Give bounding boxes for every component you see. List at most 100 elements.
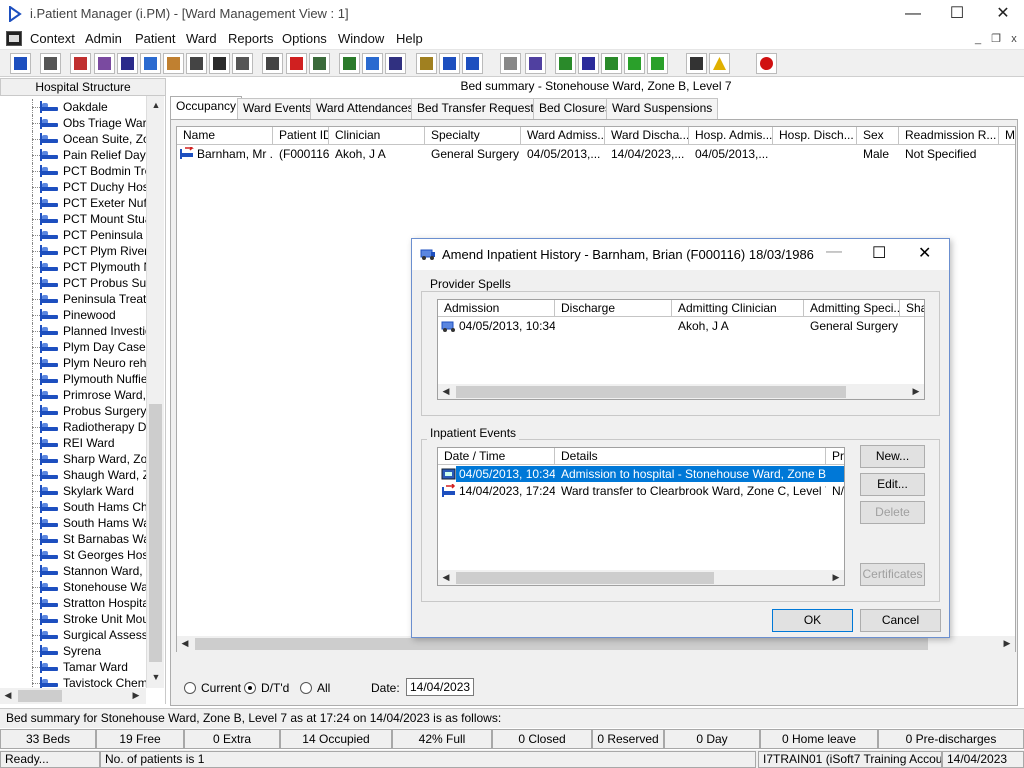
card-icon[interactable]: [339, 53, 360, 74]
tree-item[interactable]: Planned Investiga: [0, 323, 146, 339]
bed-icon[interactable]: [232, 53, 253, 74]
tree-item[interactable]: Pinewood: [0, 307, 146, 323]
table-cell[interactable]: [999, 146, 1015, 162]
radio-dtd[interactable]: [244, 682, 256, 694]
spells-hscroll-thumb[interactable]: [456, 386, 846, 398]
tree-item[interactable]: Surgical Assessm: [0, 627, 146, 643]
ambulance-icon[interactable]: [462, 53, 483, 74]
tree-item[interactable]: Plym Day Case U: [0, 339, 146, 355]
tab-bed-closures[interactable]: Bed Closures: [533, 98, 618, 119]
tree-item[interactable]: St Barnabas War: [0, 531, 146, 547]
tree-item[interactable]: PCT Plymouth Nu: [0, 259, 146, 275]
tree-item[interactable]: Radiotherapy Day: [0, 419, 146, 435]
spell-column-header[interactable]: Admitting Speci...: [804, 300, 900, 317]
screen-icon[interactable]: [117, 53, 138, 74]
event-row-cell[interactable]: N/: [826, 483, 844, 499]
tree-item[interactable]: Stonehouse Ward: [0, 579, 146, 595]
tree-item[interactable]: PCT Probus Surg: [0, 275, 146, 291]
table-cell[interactable]: Akoh, J A: [329, 146, 425, 162]
list-cell[interactable]: General Surgery: [804, 318, 900, 334]
inpatient-events-list[interactable]: Date / Time Details Pr 04/05/2013, 10:34 Adm…: [437, 447, 845, 586]
delete-event-button[interactable]: Delete: [860, 501, 925, 524]
menu-ward[interactable]: Ward: [186, 31, 217, 46]
person-icon[interactable]: [163, 53, 184, 74]
event-column-header[interactable]: Date / Time: [438, 448, 555, 465]
dialog-close-button[interactable]: ✕: [918, 243, 931, 263]
tree-item[interactable]: Pain Relief Day C: [0, 147, 146, 163]
spells-horizontal-scrollbar[interactable]: ◀ ▶: [438, 384, 924, 399]
clock-icon[interactable]: [286, 53, 307, 74]
check-list-icon[interactable]: [578, 53, 599, 74]
tree-vertical-scrollbar[interactable]: ▲ ▼: [146, 96, 164, 688]
tree-item[interactable]: Skylark Ward: [0, 483, 146, 499]
print-icon[interactable]: [40, 53, 61, 74]
scroll-right-arrow-icon[interactable]: ▶: [828, 572, 844, 583]
grid-hscroll-thumb[interactable]: [195, 638, 928, 650]
maximize-button[interactable]: ☐: [934, 0, 980, 28]
mdi-app-icon[interactable]: [6, 31, 22, 46]
event-row-cell[interactable]: 14/04/2023, 17:24: [453, 483, 555, 499]
scroll-left-arrow-icon[interactable]: ◀: [438, 386, 454, 397]
menu-help[interactable]: Help: [396, 31, 423, 46]
globe-icon[interactable]: [555, 53, 576, 74]
column-header[interactable]: Clinician: [329, 127, 425, 145]
table-cell[interactable]: 14/04/2023,...: [605, 146, 689, 162]
tree-item[interactable]: Probus Surgery V: [0, 403, 146, 419]
mdi-restore-button[interactable]: ❐: [988, 32, 1004, 46]
tree-item[interactable]: Tamar Ward: [0, 659, 146, 675]
scroll-right-arrow-icon[interactable]: ▶: [908, 386, 924, 397]
event-row-cell[interactable]: Admission to hospital - Stonehouse Ward,…: [555, 466, 826, 482]
column-header[interactable]: Ward Admiss...: [521, 127, 605, 145]
mdi-minimize-button[interactable]: _: [970, 32, 986, 46]
tree-item[interactable]: Syrena: [0, 643, 146, 659]
list-cell[interactable]: [555, 318, 672, 334]
transfer-icon[interactable]: [209, 53, 230, 74]
tab-ward-events[interactable]: Ward Events: [237, 98, 318, 119]
tree-hscroll-thumb[interactable]: [18, 690, 62, 702]
tree-item[interactable]: Primrose Ward, Z: [0, 387, 146, 403]
edit-notes-icon[interactable]: [94, 53, 115, 74]
table-cell[interactable]: General Surgery: [425, 146, 521, 162]
table-cell[interactable]: Not Specified: [899, 146, 999, 162]
tree-item[interactable]: South Hams Cher: [0, 499, 146, 515]
arrows-icon[interactable]: [624, 53, 645, 74]
tree-item[interactable]: Stannon Ward, Z: [0, 563, 146, 579]
menu-admin[interactable]: Admin: [85, 31, 122, 46]
spell-column-header[interactable]: Admission: [438, 300, 555, 317]
event-row-cell[interactable]: [826, 466, 844, 482]
new-event-button[interactable]: New...: [860, 445, 925, 468]
tree-scroll-thumb[interactable]: [149, 404, 162, 662]
tree-item[interactable]: Peninsula Treatm: [0, 291, 146, 307]
menu-patient[interactable]: Patient: [135, 31, 175, 46]
magnifier-icon[interactable]: [262, 53, 283, 74]
menu-options[interactable]: Options: [282, 31, 327, 46]
scroll-up-arrow-icon[interactable]: ▲: [147, 100, 165, 110]
provider-spells-list[interactable]: Admission Discharge Admitting Clinician Adm…: [437, 299, 925, 400]
tree-item[interactable]: PCT Mount Stuar: [0, 211, 146, 227]
tree-item[interactable]: Shaugh Ward, Zo: [0, 467, 146, 483]
tree-item[interactable]: REI Ward: [0, 435, 146, 451]
column-header[interactable]: M: [999, 127, 1015, 145]
list-cell[interactable]: [900, 318, 924, 334]
tab-ward-attendances[interactable]: Ward Attendances: [310, 98, 420, 119]
arrows2-icon[interactable]: [647, 53, 668, 74]
dialog-maximize-button[interactable]: ☐: [872, 243, 886, 263]
events-hscroll-thumb[interactable]: [456, 572, 714, 584]
close-button[interactable]: ✕: [980, 0, 1024, 28]
table-cell[interactable]: Male: [857, 146, 899, 162]
tree-item[interactable]: PCT Peninsula Tr: [0, 227, 146, 243]
tree-item[interactable]: Sharp Ward, Zon: [0, 451, 146, 467]
column-header[interactable]: Ward Discha...: [605, 127, 689, 145]
radio-all[interactable]: [300, 682, 312, 694]
scroll-down-arrow-icon[interactable]: ▼: [147, 672, 165, 682]
check-list2-icon[interactable]: [601, 53, 622, 74]
mail-icon[interactable]: [140, 53, 161, 74]
tab-ward-suspensions[interactable]: Ward Suspensions: [606, 98, 719, 119]
hospital-structure-tree[interactable]: Oakdale Obs Triage Ward Ocean Suite, Zor Pa…: [0, 96, 166, 704]
tree-item[interactable]: Plymouth Nuffield: [0, 371, 146, 387]
tree-item[interactable]: PCT Bodmin Trea: [0, 163, 146, 179]
tree-item[interactable]: South Hams War: [0, 515, 146, 531]
tab-bed-transfer-requests[interactable]: Bed Transfer Requests: [411, 98, 546, 119]
tab-occupancy[interactable]: Occupancy: [170, 96, 243, 120]
scroll-left-arrow-icon[interactable]: ◀: [438, 572, 454, 583]
